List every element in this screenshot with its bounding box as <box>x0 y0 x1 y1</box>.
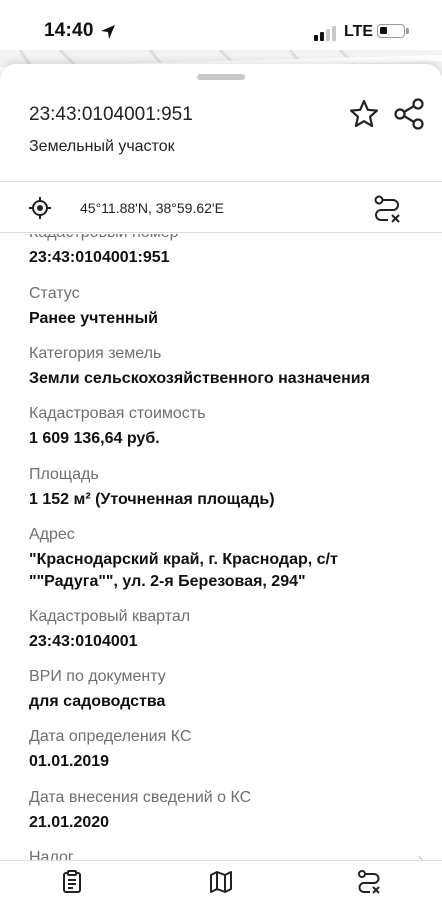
battery-icon <box>377 24 409 38</box>
field-permitted-use: ВРИ по документу для садоводства <box>29 667 429 713</box>
field-label: Кадастровый квартал <box>29 608 191 625</box>
field-value[interactable]: 1 152 м² (Уточненная площадь) <box>29 489 429 511</box>
field-cadastral-number: Кадастровый номер 23:43:0104001:951 <box>29 234 429 269</box>
field-valuation-date: Дата определения КС 01.01.2019 <box>29 727 429 773</box>
field-label: Дата определения КС <box>29 728 192 745</box>
star-icon[interactable] <box>348 98 380 130</box>
field-address: Адрес "Краснодарский край, г. Краснодар,… <box>29 525 429 593</box>
field-area: Площадь 1 152 м² (Уточненная площадь) <box>29 465 429 511</box>
network-type: LTE <box>344 23 374 40</box>
clipboard-icon[interactable] <box>59 869 85 895</box>
share-icon[interactable] <box>392 97 426 131</box>
route-icon[interactable] <box>372 194 402 224</box>
parcel-type: Земельный участок <box>29 138 175 155</box>
field-value[interactable]: 01.01.2019 <box>29 751 429 773</box>
field-tax: Налог <box>29 848 429 860</box>
bottom-toolbar <box>0 860 442 900</box>
field-value[interactable]: 1 609 136,64 руб. <box>29 428 429 450</box>
field-value[interactable]: "Краснодарский край, г. Краснодар, с/т "… <box>29 549 429 593</box>
parcel-fields[interactable]: Кадастровый номер 23:43:0104001:951 Стат… <box>0 234 442 860</box>
field-value[interactable]: 21.01.2020 <box>29 812 429 834</box>
field-value[interactable]: 23:43:0104001 <box>29 631 429 653</box>
field-value[interactable]: для садоводства <box>29 691 429 713</box>
coordinates-text: 45°11.88'N, 38°59.62'E <box>80 200 224 216</box>
location-arrow-icon <box>101 25 115 39</box>
field-label: Дата внесения сведений о КС <box>29 789 252 806</box>
field-land-category: Категория земель Земли сельскохозяйствен… <box>29 344 429 390</box>
parcel-title: 23:43:0104001:951 <box>29 104 193 125</box>
field-label: Категория земель <box>29 345 162 362</box>
status-time: 14:40 <box>44 20 94 41</box>
signal-icon <box>314 26 336 41</box>
field-label: Площадь <box>29 466 99 483</box>
field-label: Адрес <box>29 526 75 543</box>
parcel-sheet: 23:43:0104001:951 Земельный участок 45°1… <box>0 64 442 900</box>
field-value[interactable]: Ранее учтенный <box>29 308 429 330</box>
field-entry-date: Дата внесения сведений о КС 21.01.2020 <box>29 788 429 834</box>
field-label: Кадастровый номер <box>29 234 429 243</box>
field-cadastral-quarter: Кадастровый квартал 23:43:0104001 <box>29 607 429 653</box>
field-status: Статус Ранее учтенный <box>29 284 429 330</box>
crosshair-icon <box>29 197 51 219</box>
route-icon[interactable] <box>356 869 382 895</box>
field-label: Статус <box>29 285 80 302</box>
field-value[interactable]: 23:43:0104001:951 <box>29 247 429 269</box>
field-label: Кадастровая стоимость <box>29 405 206 422</box>
field-value[interactable]: Земли сельскохозяйственного назначения <box>29 368 429 390</box>
map-icon[interactable] <box>208 869 234 895</box>
field-label: ВРИ по документу <box>29 668 166 685</box>
sheet-header: 23:43:0104001:951 Земельный участок <box>0 64 442 182</box>
coordinates-row[interactable]: 45°11.88'N, 38°59.62'E <box>0 183 442 233</box>
field-cadastral-value: Кадастровая стоимость 1 609 136,64 руб. <box>29 404 429 450</box>
field-label: Налог <box>29 849 74 860</box>
